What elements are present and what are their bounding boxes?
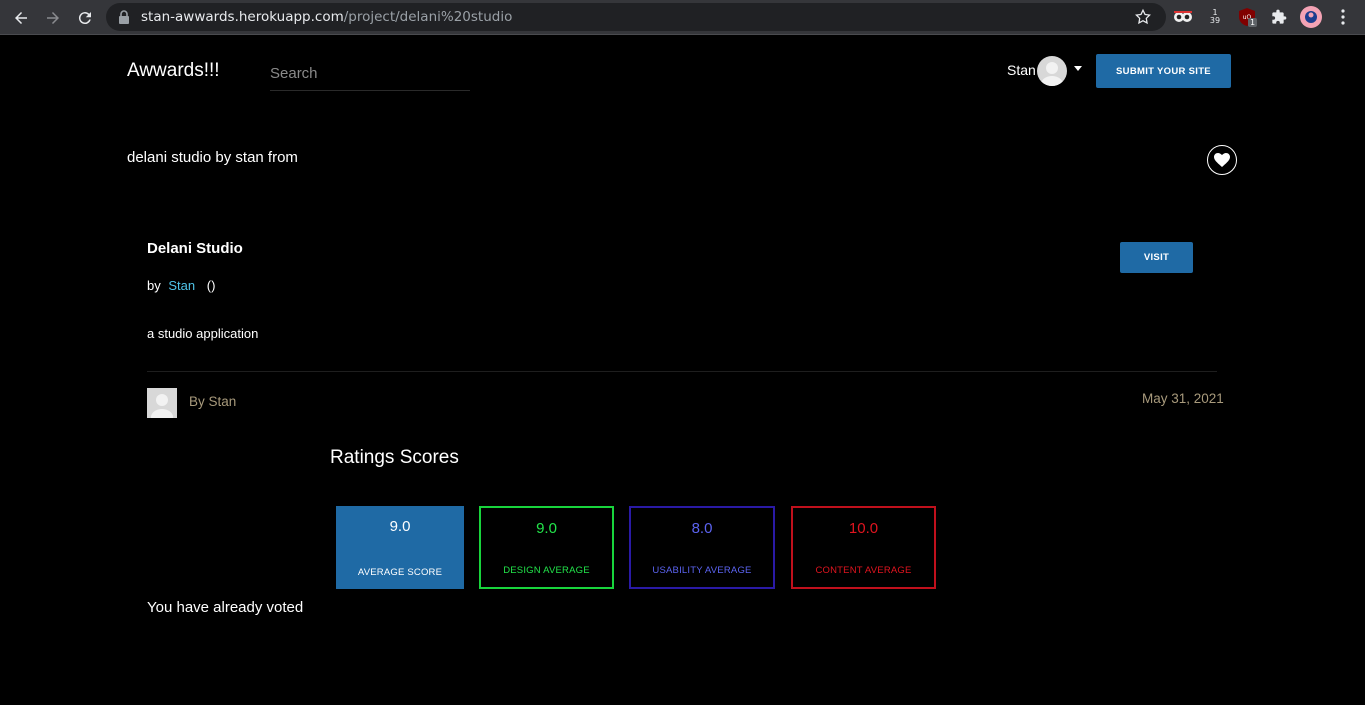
forward-button[interactable]	[40, 5, 66, 31]
project-description: a studio application	[147, 326, 259, 341]
ublock-badge: 1	[1248, 18, 1258, 27]
submit-site-button[interactable]: SUBMIT YOUR SITE	[1096, 54, 1231, 88]
profile-button[interactable]	[1299, 5, 1323, 29]
usability-average-label: USABILITY AVERAGE	[652, 565, 752, 576]
post-author-avatar	[147, 388, 177, 418]
browser-menu-button[interactable]	[1331, 5, 1355, 29]
design-average-box: 9.0 DESIGN AVERAGE	[479, 506, 614, 589]
back-button[interactable]	[8, 5, 34, 31]
extension-ublock[interactable]: uO 1	[1235, 5, 1259, 29]
user-avatar[interactable]	[1037, 56, 1067, 86]
bookmark-star-icon[interactable]	[1134, 8, 1152, 26]
user-menu-caret-icon[interactable]	[1074, 66, 1082, 71]
reload-icon	[78, 12, 91, 25]
extension-eyes[interactable]	[1171, 5, 1195, 29]
usability-average-value: 8.0	[691, 520, 713, 537]
project-name: Delani Studio	[147, 240, 243, 257]
url-path: /project/delani%20studio	[343, 9, 513, 25]
by-prefix: by	[147, 278, 161, 293]
address-bar[interactable]: stan-awwards.herokuapp.com/project/delan…	[106, 3, 1166, 31]
heart-icon	[1214, 153, 1230, 167]
extensions-button[interactable]	[1267, 5, 1291, 29]
project-byline: by Stan ()	[147, 278, 215, 293]
average-score-value: 9.0	[389, 518, 411, 535]
content-average-box: 10.0 CONTENT AVERAGE	[791, 506, 936, 589]
average-score-label: AVERAGE SCORE	[357, 567, 443, 578]
author-link[interactable]: Stan	[168, 278, 195, 293]
post-date: May 31, 2021	[1142, 391, 1224, 406]
user-name[interactable]: Stan	[1007, 62, 1036, 78]
search-field	[270, 57, 470, 91]
lock-icon	[119, 10, 129, 24]
forward-arrow-icon	[47, 12, 59, 24]
url-text: stan-awwards.herokuapp.com/project/delan…	[141, 8, 512, 26]
average-score-box: 9.0 AVERAGE SCORE	[336, 506, 464, 589]
visit-button[interactable]: VISIT	[1120, 242, 1193, 273]
back-arrow-icon	[15, 12, 27, 24]
design-average-value: 9.0	[536, 520, 557, 537]
search-input[interactable]	[270, 57, 470, 90]
site-brand[interactable]: Awwards!!!	[127, 60, 220, 82]
profile-avatar-icon	[1300, 6, 1322, 28]
post-author: By Stan	[189, 394, 237, 409]
author-location: ()	[206, 278, 216, 293]
usability-average-box: 8.0 USABILITY AVERAGE	[629, 506, 775, 589]
extension-counter[interactable]: 1 39	[1203, 5, 1227, 29]
like-button[interactable]	[1207, 145, 1237, 175]
content-average-value: 10.0	[848, 520, 879, 537]
eyes-icon	[1174, 11, 1192, 22]
reload-button[interactable]	[72, 5, 98, 31]
content-average-label: CONTENT AVERAGE	[815, 565, 912, 576]
already-voted-message: You have already voted	[147, 599, 304, 616]
default-avatar-icon	[151, 394, 173, 418]
puzzle-icon	[1272, 9, 1287, 24]
default-avatar-icon	[1041, 62, 1063, 86]
ratings-title: Ratings Scores	[330, 447, 459, 468]
divider	[147, 371, 1217, 372]
page-title: delani studio by stan from	[127, 149, 298, 166]
url-host: stan-awwards.herokuapp.com	[141, 9, 344, 25]
browser-toolbar: stan-awwards.herokuapp.com/project/delan…	[0, 0, 1365, 35]
counter-bottom: 39	[1209, 16, 1221, 25]
kebab-menu-icon	[1341, 9, 1345, 25]
design-average-label: DESIGN AVERAGE	[503, 565, 590, 576]
